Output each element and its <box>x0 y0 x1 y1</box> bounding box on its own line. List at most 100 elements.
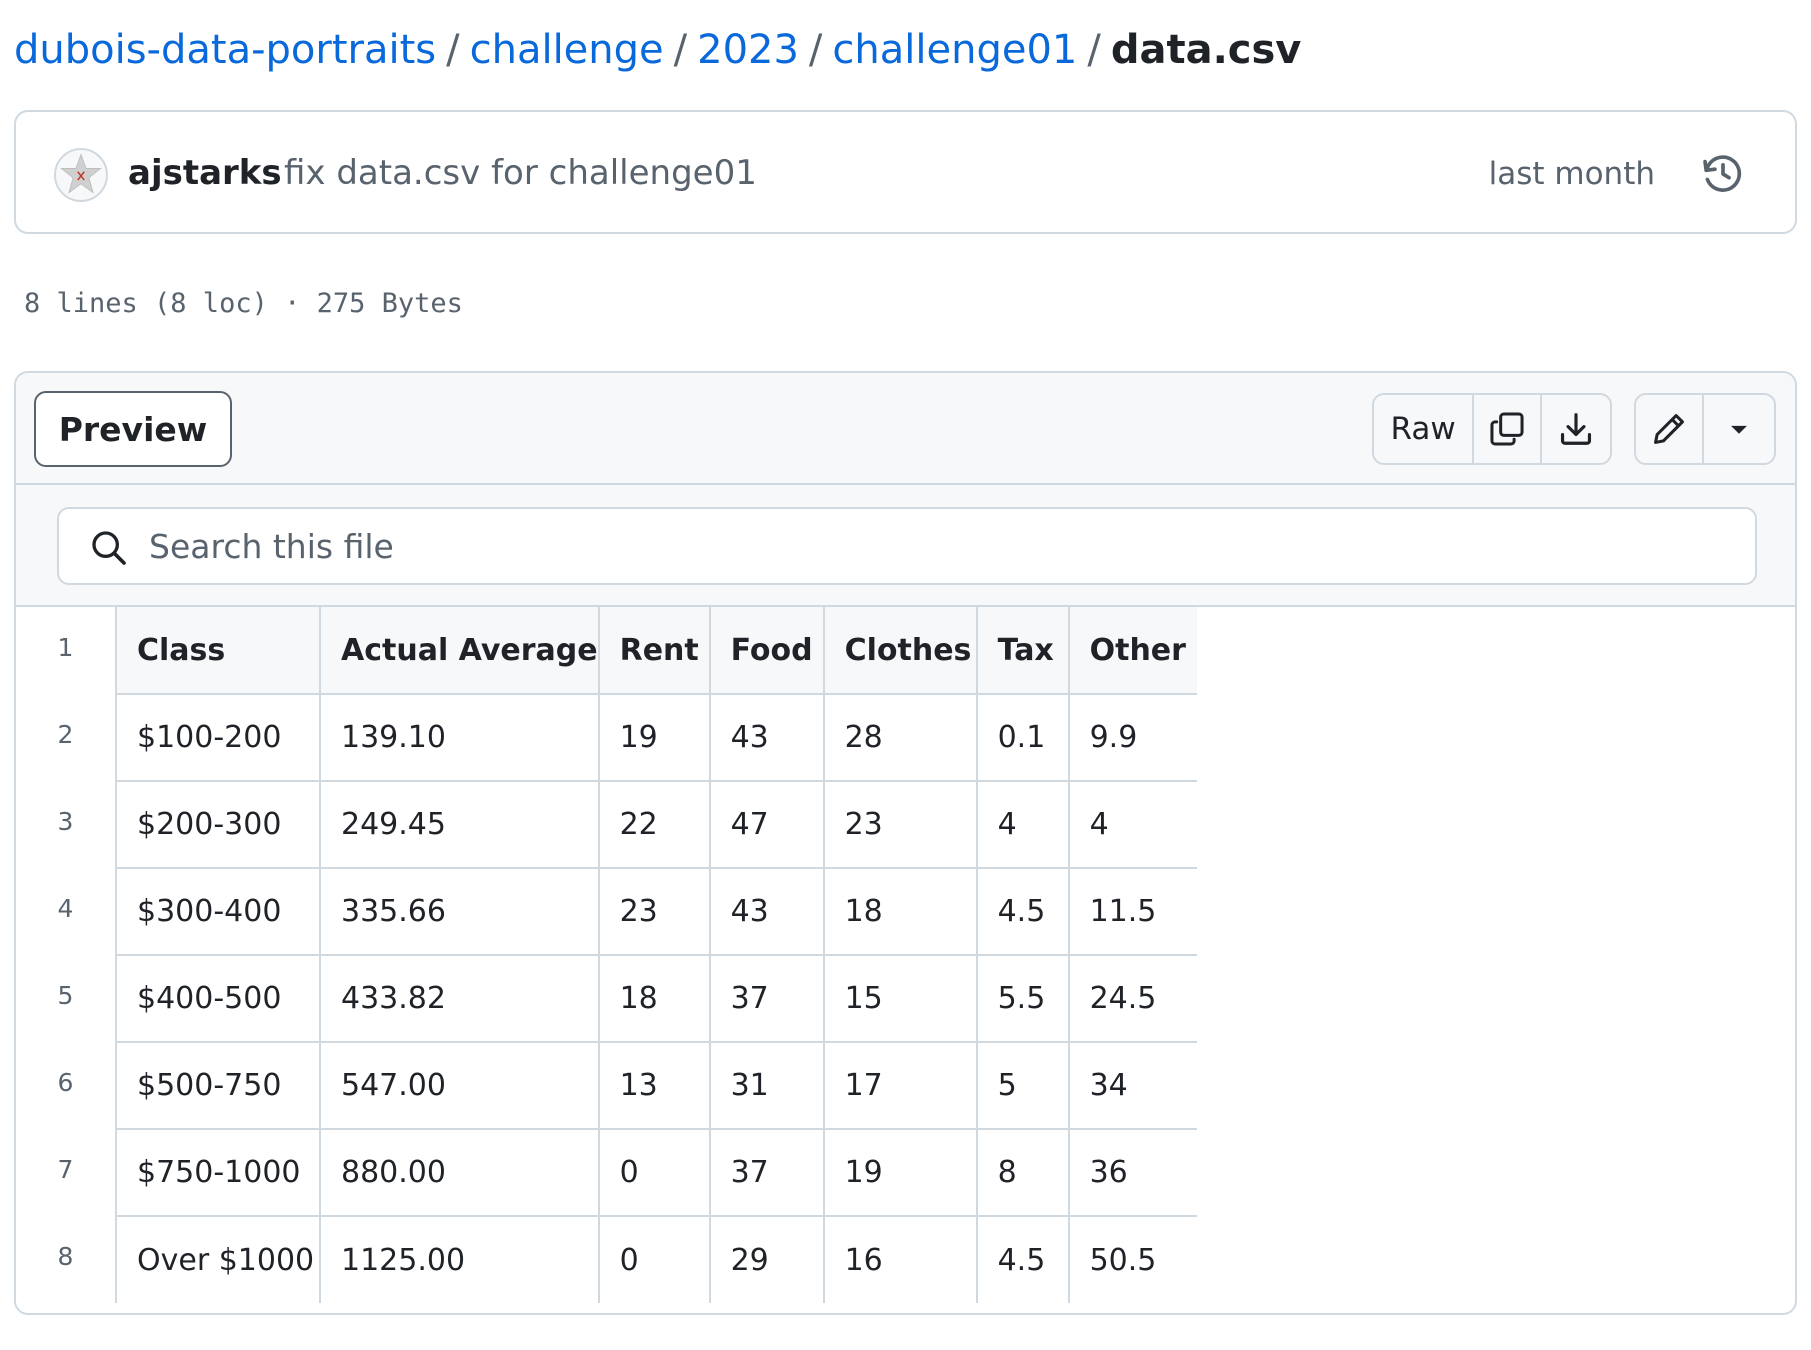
table-cell: 18 <box>598 955 711 1043</box>
commit-author[interactable]: ajstarks <box>128 150 282 196</box>
table-cell: 47 <box>709 781 825 869</box>
line-number[interactable]: 1 <box>16 607 117 694</box>
commit-message[interactable]: fix data.csv for challenge01 <box>284 150 757 196</box>
table-cell: 1125.00 <box>320 1216 600 1303</box>
table-cell: 15 <box>823 955 978 1043</box>
table-cell: 18 <box>823 868 978 956</box>
table-cell: 0 <box>598 1216 711 1303</box>
table-cell: 4 <box>976 781 1070 869</box>
line-number[interactable]: 6 <box>16 1042 117 1129</box>
table-cell: $400-500 <box>116 955 321 1043</box>
table-header-row: 1 Class Actual Average Rent Food Clothes… <box>16 607 1197 695</box>
table-cell: 11.5 <box>1068 868 1197 956</box>
line-number[interactable]: 4 <box>16 868 117 955</box>
download-button[interactable] <box>1542 395 1610 463</box>
breadcrumb-current-file: data.csv <box>1110 27 1302 73</box>
table-row: 5 $400-500 433.82 18 37 15 5.5 24.5 <box>16 955 1197 1043</box>
table-cell: $300-400 <box>116 868 321 956</box>
raw-copy-download-group: Raw <box>1372 393 1612 465</box>
table-row: 2 $100-200 139.10 19 43 28 0.1 9.9 <box>16 694 1197 782</box>
table-cell: 5.5 <box>976 955 1070 1043</box>
breadcrumb: dubois-data-portraits / challenge/2023/cha… <box>14 26 1301 74</box>
avatar[interactable] <box>54 148 108 202</box>
table-cell: 335.66 <box>320 868 600 956</box>
table-cell: 36 <box>1068 1129 1197 1217</box>
history-icon[interactable] <box>1701 152 1745 196</box>
csv-table: 1 Class Actual Average Rent Food Clothes… <box>16 607 1197 1303</box>
breadcrumb-year-link[interactable]: 2023 <box>697 27 799 73</box>
table-row: 8 Over $1000 1125.00 0 29 16 4.5 50.5 <box>16 1216 1197 1303</box>
table-cell: 34 <box>1068 1042 1197 1130</box>
table-cell: $100-200 <box>116 694 321 782</box>
breadcrumb-challenge-link[interactable]: challenge <box>470 27 664 73</box>
table-cell: 249.45 <box>320 781 600 869</box>
latest-commit-box: ajstarks fix data.csv for challenge01 la… <box>14 110 1797 234</box>
table-cell: 23 <box>823 781 978 869</box>
search-box[interactable] <box>57 507 1757 585</box>
line-number[interactable]: 2 <box>16 694 117 781</box>
table-cell: 433.82 <box>320 955 600 1043</box>
table-row: 3 $200-300 249.45 22 47 23 4 4 <box>16 781 1197 869</box>
file-viewer: Preview Raw Search this file 1 Class Act… <box>14 371 1797 1315</box>
breadcrumb-separator: / <box>808 27 823 73</box>
pencil-icon <box>1654 414 1684 444</box>
preview-button[interactable]: Preview <box>34 391 232 467</box>
avatar-star-icon <box>60 153 102 194</box>
table-row: 4 $300-400 335.66 23 43 18 4.5 11.5 <box>16 868 1197 956</box>
table-cell: 24.5 <box>1068 955 1197 1043</box>
table-cell: 43 <box>709 868 825 956</box>
edit-dropdown-button[interactable] <box>1704 395 1774 463</box>
table-cell: 31 <box>709 1042 825 1130</box>
table-cell: $200-300 <box>116 781 321 869</box>
file-header: Preview Raw <box>16 373 1795 485</box>
table-cell: 9.9 <box>1068 694 1197 782</box>
raw-button[interactable]: Raw <box>1374 395 1475 463</box>
column-header: Food <box>709 607 825 695</box>
breadcrumb-separator: / <box>1087 27 1101 73</box>
breadcrumb-challenge01-link[interactable]: challenge01 <box>832 27 1077 73</box>
table-row: 7 $750-1000 880.00 0 37 19 8 36 <box>16 1129 1197 1217</box>
column-header: Tax <box>976 607 1070 695</box>
line-number[interactable]: 3 <box>16 781 117 868</box>
column-header: Clothes <box>823 607 978 695</box>
search-area <box>16 485 1795 607</box>
table-cell: 4.5 <box>976 868 1070 956</box>
table-cell: 19 <box>598 694 711 782</box>
search-icon <box>92 531 126 565</box>
breadcrumb-separator: / <box>446 27 460 73</box>
table-cell: 19 <box>823 1129 978 1217</box>
line-number[interactable]: 5 <box>16 955 117 1042</box>
line-number[interactable]: 8 <box>16 1216 117 1303</box>
column-header: Rent <box>598 607 711 695</box>
column-header: Actual Average <box>320 607 600 695</box>
table-cell: 28 <box>823 694 978 782</box>
table-cell: 17 <box>823 1042 978 1130</box>
table-cell: 16 <box>823 1216 978 1303</box>
table-row: 6 $500-750 547.00 13 31 17 5 34 <box>16 1042 1197 1130</box>
table-cell: 880.00 <box>320 1129 600 1217</box>
table-cell: 37 <box>709 1129 825 1217</box>
download-icon <box>1561 413 1592 445</box>
edit-group <box>1634 393 1776 465</box>
table-cell: 0.1 <box>976 694 1070 782</box>
search-input[interactable] <box>149 519 1729 573</box>
table-cell: $500-750 <box>116 1042 321 1130</box>
table-cell: 139.10 <box>320 694 600 782</box>
copy-icon <box>1490 412 1524 446</box>
file-info: 8 lines (8 loc) · 275 Bytes <box>24 288 463 319</box>
table-cell: 43 <box>709 694 825 782</box>
table-cell: 50.5 <box>1089 1242 1157 1278</box>
breadcrumb-repo-link[interactable]: dubois-data-portraits <box>14 27 436 73</box>
table-cell: 0 <box>598 1129 711 1217</box>
table-cell: 5 <box>976 1042 1070 1130</box>
column-header: Class <box>116 607 321 695</box>
table-cell: 8 <box>976 1129 1070 1217</box>
breadcrumb-separator: / <box>673 27 688 73</box>
table-cell: $750-1000 <box>116 1129 321 1217</box>
edit-button[interactable] <box>1636 395 1705 463</box>
table-cell: 4.5 <box>976 1216 1070 1303</box>
table-cell: 4 <box>1068 781 1197 869</box>
line-number[interactable]: 7 <box>16 1129 117 1216</box>
table-cell: 547.00 <box>320 1042 600 1130</box>
copy-button[interactable] <box>1474 395 1543 463</box>
